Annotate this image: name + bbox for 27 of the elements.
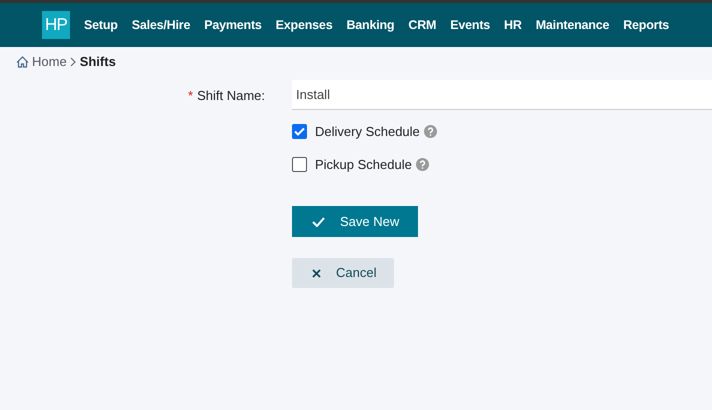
nav-menu-item[interactable]: Banking bbox=[346, 16, 394, 34]
nav-menu-item[interactable]: HR bbox=[504, 16, 522, 34]
nav-menu-item[interactable]: Expenses bbox=[276, 16, 332, 34]
shift-name-input[interactable]: Install bbox=[292, 80, 712, 110]
nav-menu-item[interactable]: Setup bbox=[84, 16, 118, 34]
close-icon bbox=[312, 268, 321, 278]
help-icon[interactable] bbox=[416, 158, 429, 171]
nav-menu-item[interactable]: Reports bbox=[623, 16, 670, 34]
chevron-right-icon bbox=[70, 57, 77, 67]
cancel-button[interactable]: Cancel bbox=[292, 258, 394, 288]
nav-menu-item[interactable]: Events bbox=[450, 16, 490, 34]
checkmark-icon bbox=[312, 216, 325, 226]
checkbox[interactable] bbox=[292, 156, 307, 172]
breadcrumb-current: Shifts bbox=[80, 53, 116, 72]
checkbox-label: Pickup Schedule bbox=[315, 156, 412, 174]
checkbox[interactable] bbox=[292, 124, 307, 140]
required-mark: * bbox=[188, 88, 194, 103]
checkbox-label: Delivery Schedule bbox=[315, 123, 420, 141]
breadcrumb-link[interactable]: Home bbox=[32, 52, 67, 72]
nav-menu-item[interactable]: CRM bbox=[408, 16, 436, 34]
home-icon bbox=[16, 56, 29, 68]
save-button[interactable]: Save New bbox=[292, 206, 418, 237]
field-label: Shift Name: bbox=[197, 88, 265, 103]
nav-menu-item[interactable]: Maintenance bbox=[536, 16, 610, 34]
nav-menu-item[interactable]: Sales/Hire bbox=[132, 16, 190, 34]
help-icon[interactable] bbox=[424, 125, 437, 138]
nav-menu-item[interactable]: Payments bbox=[204, 16, 262, 34]
